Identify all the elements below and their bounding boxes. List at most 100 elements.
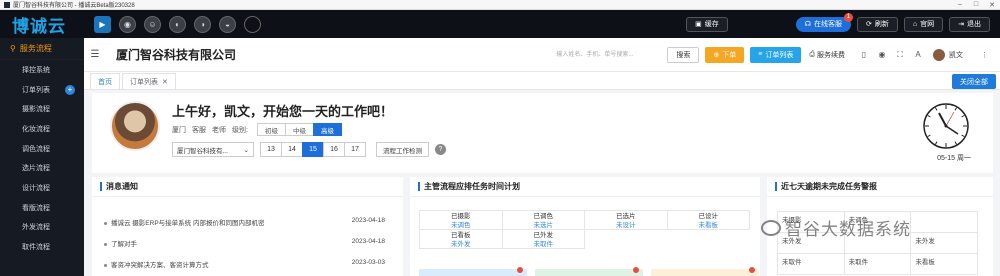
list-item[interactable]: 播诚云 摄影ERP与接单系统 内部报价和同图内部机密 2023-04-18	[104, 217, 385, 227]
sidebar-item-selection[interactable]: 选片流程	[0, 158, 84, 178]
record-icon[interactable]: ◉	[877, 50, 887, 59]
wechat-icon	[761, 219, 781, 236]
app-switcher: ▶ ◉ ☺ ◐ ◑ ◒	[94, 15, 261, 33]
status-card[interactable]	[651, 267, 759, 276]
support-badge: 1	[844, 12, 854, 22]
logo: 博诚云	[12, 16, 66, 37]
search-input[interactable]	[556, 47, 662, 62]
app-icon-photo[interactable]: ◉	[119, 15, 136, 33]
warning-cell[interactable]: 未取件	[843, 253, 912, 275]
warning-title: 近七天逾期未完成任务警报	[767, 177, 993, 197]
schedule-cell[interactable]: 已选片 未设计	[584, 210, 668, 230]
schedule-cell[interactable]: 已设计 未看板	[666, 210, 750, 230]
sidebar-item-pickup[interactable]: 取件流程	[0, 237, 84, 257]
sidebar-item-makeup[interactable]: 化妆流程	[0, 119, 84, 139]
day-15[interactable]: 15	[302, 142, 324, 157]
close-tab-icon[interactable]: ✕	[162, 78, 168, 86]
tab-home[interactable]: 首页	[90, 73, 120, 89]
top-buttons: ▣ 缓存 ☊ 在线客服 1 ⟳ 刷新 ⌂ 官网 ⇥ 退出	[686, 12, 1000, 32]
warning-cell[interactable]: 未看板	[910, 253, 978, 275]
role-prefix: 客服	[192, 126, 206, 134]
app-icon-studio[interactable]: ◐	[169, 15, 186, 33]
company-short: 厦门	[172, 126, 186, 134]
font-size-icon[interactable]: A	[913, 50, 923, 59]
sidebar-header[interactable]: ⚲ 服务流程	[0, 38, 84, 60]
cache-button[interactable]: ▣ 缓存	[686, 16, 728, 32]
schedule-cell[interactable]: 已外发 未取件	[501, 229, 585, 249]
level-senior[interactable]: 高级	[312, 123, 342, 136]
user-info: 厦门 客服 老师 级别: 初级 中级 高级	[172, 123, 342, 136]
online-support-button[interactable]: ☊ 在线客服 1	[795, 12, 854, 32]
schedule-cell[interactable]: 已摄影 未调色	[419, 210, 503, 230]
order-list-button[interactable]: ≡ 订单列表	[750, 46, 802, 63]
app-icon-design[interactable]: ◒	[219, 15, 236, 33]
top-bar: 博诚云 ▶ ◉ ☺ ◐ ◑ ◒ ▣ 缓存 ☊ 在线客服 1 ⟳ 刷新 ⌂ 官网 ⇥ 退出	[0, 10, 1000, 38]
exit-button[interactable]: ⇥ 退出	[949, 16, 990, 32]
day-14[interactable]: 14	[281, 142, 303, 157]
level-junior[interactable]: 初级	[256, 123, 286, 136]
sidebar-item-outsource[interactable]: 外发流程	[0, 218, 84, 238]
list-icon: ≡	[758, 51, 763, 58]
schedule-title: 主管流程应排任务时间计划	[410, 177, 760, 197]
status-card[interactable]	[535, 267, 643, 276]
minimize-button[interactable]: –	[952, 1, 968, 9]
phone-icon[interactable]: ▯	[859, 50, 869, 59]
welcome-card: 上午好，凯文，开始您一天的工作吧！ 厦门 客服 老师 级别: 初级 中级 高级 …	[92, 93, 993, 173]
list-item[interactable]: 客资冲突解决方案、客资计算方式 2023-03-03	[104, 259, 385, 269]
place-order-button[interactable]: ⊕ 下单	[705, 46, 745, 63]
status-cards	[419, 267, 759, 276]
warning-cell[interactable]: 未取件	[777, 253, 845, 275]
menu-icon[interactable]: ☰	[84, 49, 106, 60]
maximize-button[interactable]: □	[968, 1, 984, 9]
help-icon[interactable]: ?	[435, 144, 446, 155]
workflow-check-button[interactable]: 流程工作检测	[376, 142, 429, 157]
app-icon-team[interactable]: ◑	[194, 15, 211, 33]
window-title: 厦门智谷科技有限公司 - 播诚云Beta版230328	[13, 3, 135, 9]
username: 凯文	[949, 51, 963, 59]
sidebar-item-design[interactable]: 设计流程	[0, 178, 84, 198]
user-avatar	[110, 101, 160, 151]
headset-icon: ☊	[804, 21, 812, 28]
schedule-grid: 已摄影 未调色 已调色 未选片 已选片 未设计 已设计 未看板 已看板 未外发 已外发 未取…	[419, 210, 750, 249]
day-17[interactable]: 17	[344, 142, 366, 157]
list-item[interactable]: 了解对手 2023-04-18	[104, 238, 385, 248]
warning-cell[interactable]	[910, 211, 978, 233]
day-13[interactable]: 13	[260, 142, 282, 157]
close-window-button[interactable]: ✕	[984, 1, 1000, 9]
more-icon[interactable]: ⋮	[981, 51, 988, 59]
app-icon-brand[interactable]: ▶	[94, 15, 111, 33]
user-menu[interactable]: 凯文 ⋮	[933, 48, 1000, 61]
service-renew-link[interactable]: ⎙ 服务续费	[809, 50, 845, 60]
sidebar-item-color[interactable]: 调色流程	[0, 139, 84, 159]
level-label: 级别:	[232, 126, 248, 134]
company-select[interactable]: 厦门智谷科技有... ⌄	[172, 142, 254, 157]
refresh-icon: ⟳	[866, 21, 872, 28]
sidebar-item-control[interactable]: 择控系统	[0, 60, 84, 80]
sidebar-item-proof[interactable]: 看版流程	[0, 198, 84, 218]
app-icon-kids[interactable]: ☺	[144, 15, 161, 33]
day-selector: 13 14 15 16 17	[260, 142, 366, 157]
day-16[interactable]: 16	[323, 142, 345, 157]
sidebar-item-order-list[interactable]: 订单列表 +	[0, 80, 84, 100]
fullscreen-icon[interactable]: ⛶	[895, 50, 905, 60]
exit-icon: ⇥	[958, 21, 964, 28]
website-button[interactable]: ⌂ 官网	[903, 16, 944, 32]
tab-order-list[interactable]: 订单列表 ✕	[122, 73, 176, 89]
refresh-button[interactable]: ⟳ 刷新	[857, 16, 898, 32]
warning-cell[interactable]: 未外发	[910, 232, 978, 254]
add-order-icon[interactable]: +	[65, 84, 75, 95]
filter-row: 厦门智谷科技有... ⌄ 13 14 15 16 17 流程工作检测 ?	[172, 142, 446, 157]
schedule-cell[interactable]: 已看板 未外发	[419, 229, 503, 249]
close-all-button[interactable]: 关闭全部	[952, 74, 996, 89]
search-button[interactable]: 搜索	[667, 46, 700, 63]
cache-icon: ▣	[695, 21, 702, 28]
home-icon: ⌂	[912, 20, 918, 28]
level-middle[interactable]: 中级	[284, 123, 314, 136]
sidebar-item-photography[interactable]: 摄影流程	[0, 99, 84, 119]
watermark: 智谷大数据系统	[761, 215, 911, 240]
greeting: 上午好，凯文，开始您一天的工作吧！	[172, 104, 394, 119]
status-card[interactable]	[419, 267, 527, 276]
tab-bar: 首页 订单列表 ✕ 关闭全部	[84, 72, 1000, 90]
schedule-cell[interactable]: 已调色 未选片	[501, 210, 585, 230]
app-icon-empty[interactable]	[244, 15, 261, 33]
